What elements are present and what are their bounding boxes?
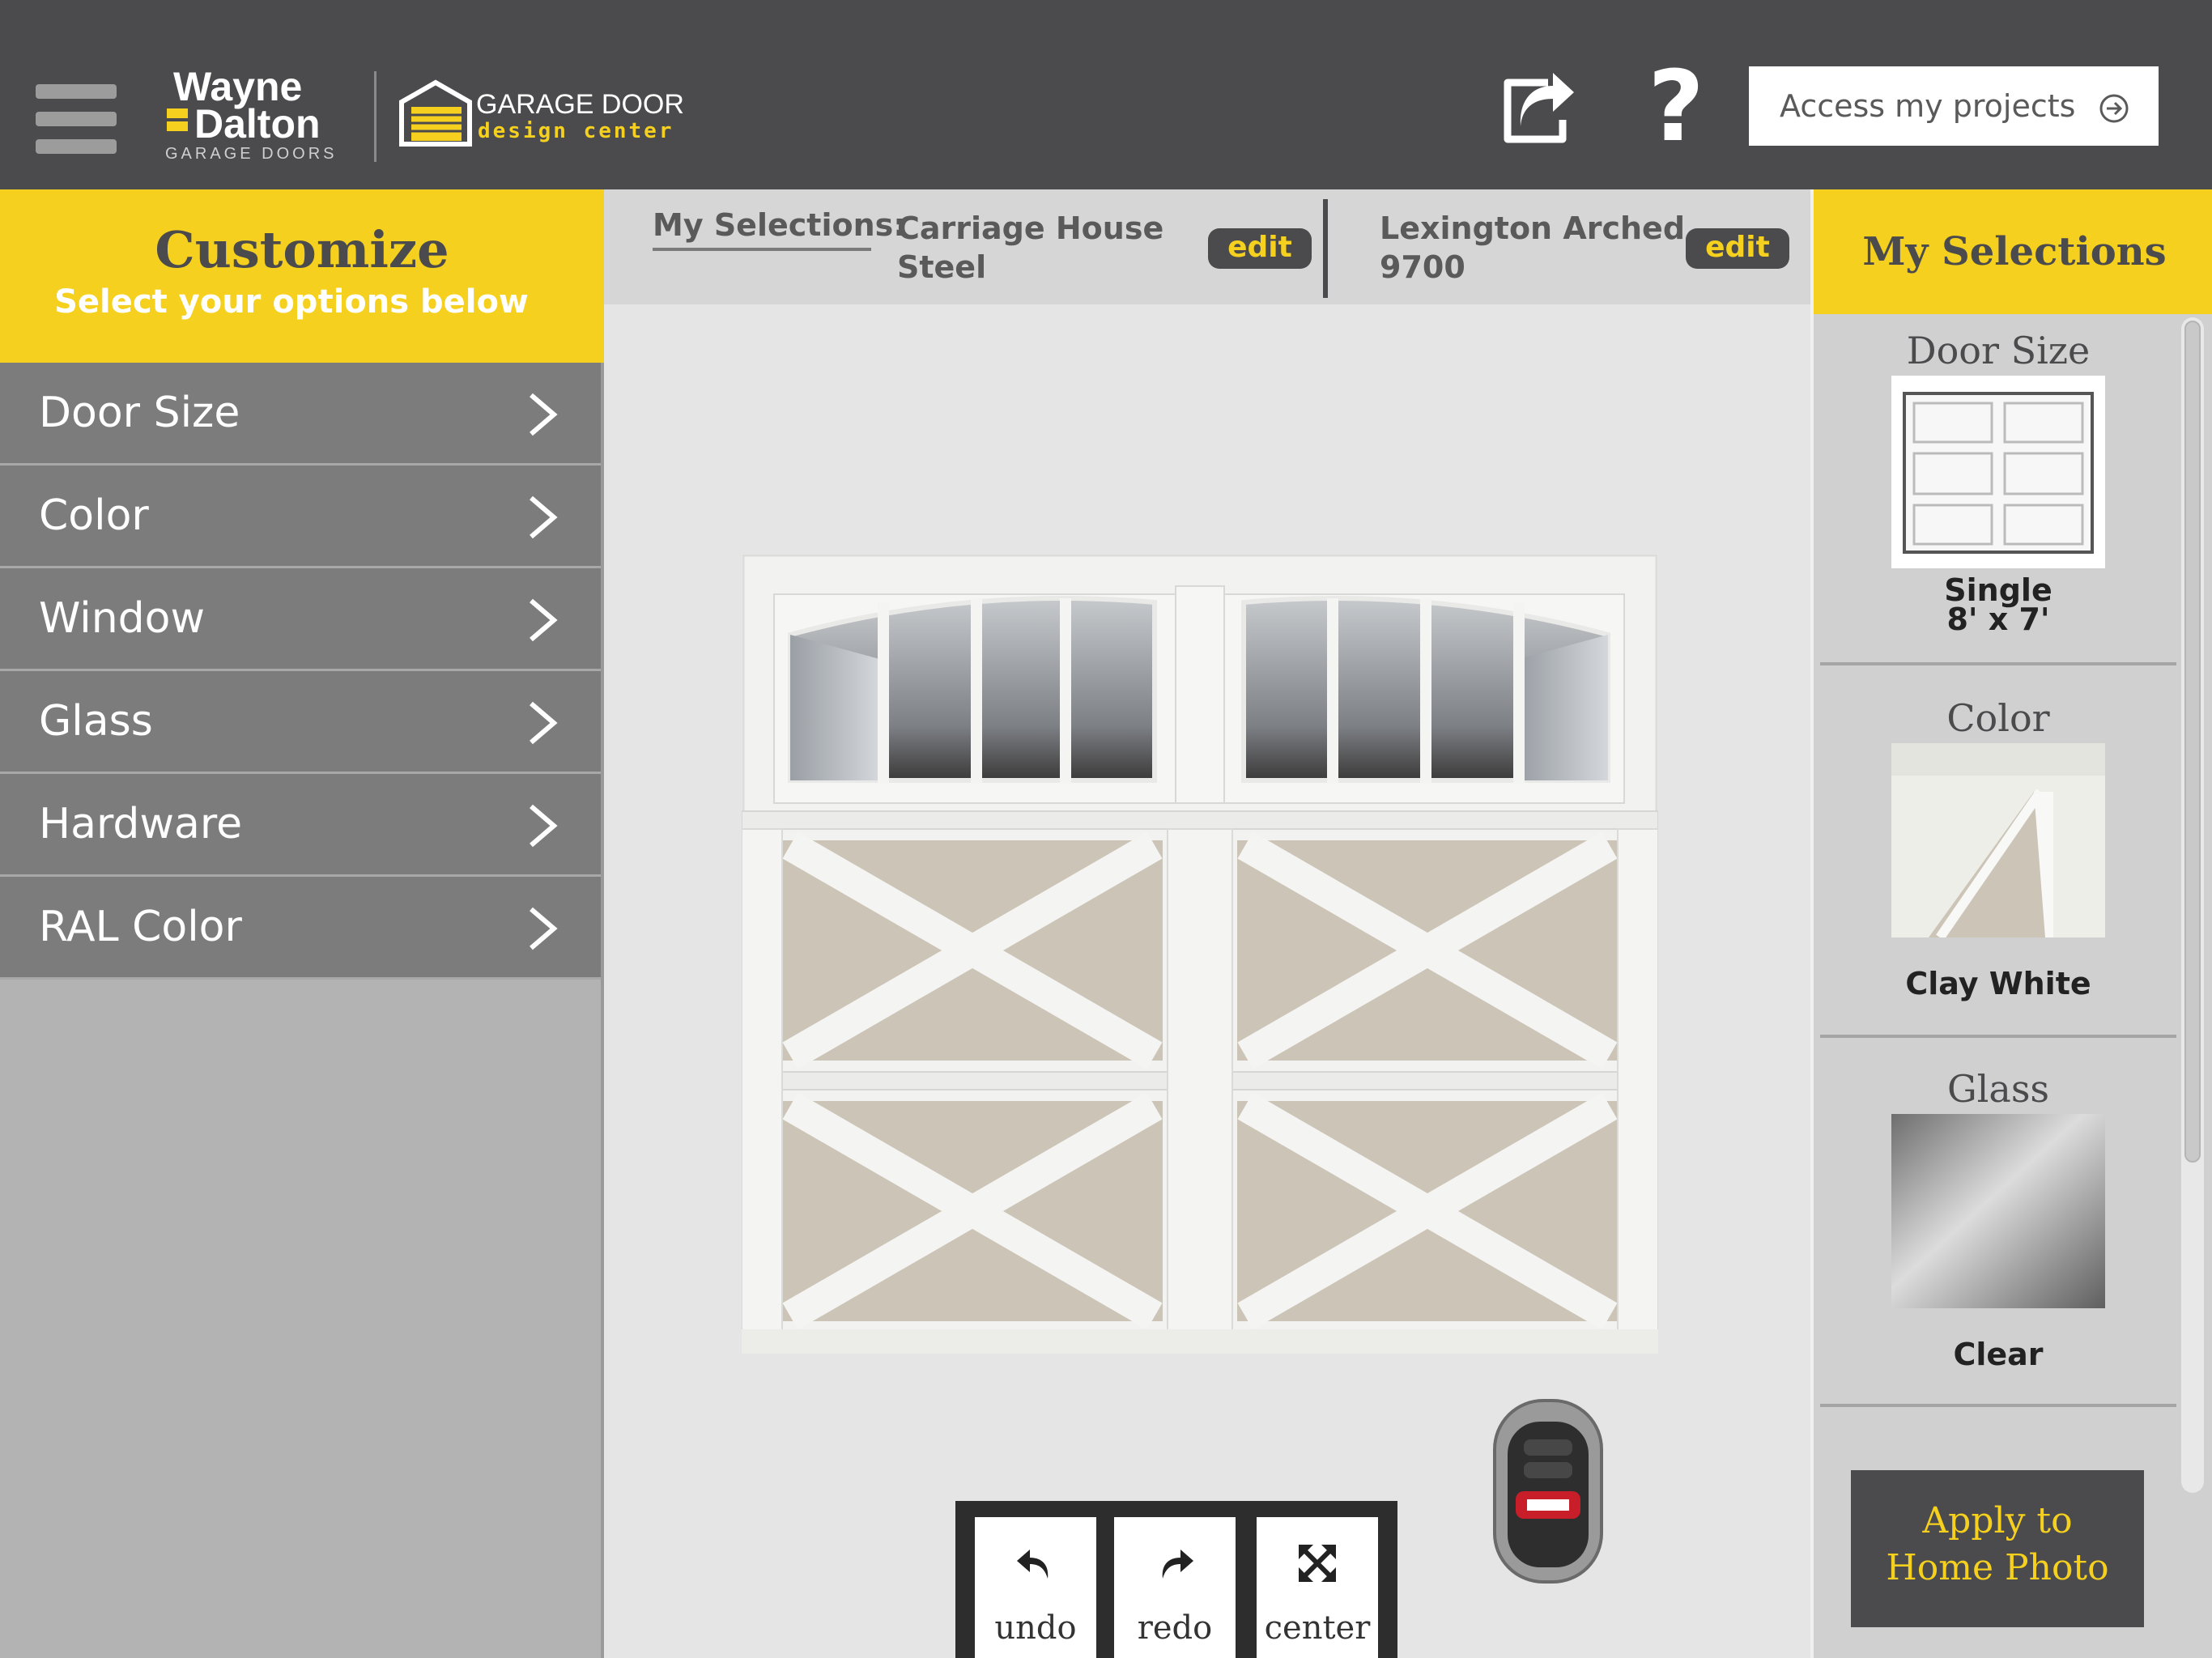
access-my-projects-button[interactable]: Access my projects: [1749, 66, 2159, 146]
selection-divider: [1323, 199, 1328, 298]
undo-icon: [1017, 1550, 1049, 1579]
door-size-value-line1: Single: [1944, 572, 2052, 608]
card-divider: [1820, 1404, 2176, 1407]
menu-item-label: Hardware: [39, 800, 243, 848]
redo-button[interactable]: redo: [1114, 1517, 1236, 1658]
menu-item-glass[interactable]: Glass: [0, 671, 601, 774]
card-divider: [1820, 662, 2176, 665]
card-title: Glass: [1946, 1067, 2050, 1111]
chevron-right-icon: [530, 598, 558, 642]
glass-value: Clear: [1953, 1337, 2044, 1372]
card-title: Door Size: [1906, 329, 2091, 372]
access-my-projects-label: Access my projects: [1780, 88, 2076, 124]
customize-header: Customize Select your options below: [0, 189, 604, 363]
my-selections-underline: [653, 248, 871, 251]
undo-label: undo: [994, 1609, 1077, 1647]
svg-text:GARAGE DOOR: GARAGE DOOR: [476, 89, 684, 120]
canvas-toolbar: undo redo center: [955, 1501, 1397, 1658]
door-size-value-line2: 8' x 7': [1946, 602, 2050, 637]
selection-collection: Carriage House Steel: [897, 209, 1163, 287]
center-label: center: [1264, 1609, 1371, 1647]
color-value: Clay White: [1905, 966, 2091, 1001]
chevron-right-icon: [530, 701, 558, 745]
svg-text:GARAGE DOORS: GARAGE DOORS: [165, 145, 337, 162]
edit-design-button[interactable]: edit: [1686, 228, 1789, 269]
center-button[interactable]: center: [1257, 1517, 1378, 1658]
menu-item-label: Color: [39, 491, 149, 540]
svg-text:Dalton: Dalton: [194, 101, 321, 147]
selection-design: Lexington Arched 9700: [1380, 209, 1685, 287]
selection-collection-line1: Carriage House: [897, 210, 1164, 246]
svg-text:design center: design center: [478, 119, 674, 143]
redo-icon: [1162, 1550, 1193, 1579]
card-divider: [1820, 1035, 2176, 1038]
share-icon[interactable]: [1499, 71, 1577, 146]
arrow-right-circle-icon: [2099, 94, 2129, 123]
chevron-right-icon: [530, 907, 558, 950]
selection-card-door-size[interactable]: Door Size Single 8' x 7': [1820, 329, 2176, 637]
chevron-right-icon: [530, 393, 558, 436]
selections-scrollbar-thumb[interactable]: [2184, 321, 2201, 1163]
selection-card-color[interactable]: Color Clay White: [1820, 696, 2176, 1001]
menu-item-color[interactable]: Color: [0, 466, 601, 568]
wayne-dalton-logo: Wayne Dalton GARAGE DOORS: [165, 65, 337, 162]
selection-design-line2: 9700: [1380, 249, 1465, 285]
apply-label-line1: Apply to: [1922, 1500, 2073, 1541]
customize-menu: Door Size Color Window Glass Hardware RA…: [0, 363, 601, 980]
garage-remote-icon: [1493, 1399, 1603, 1584]
garage-door-preview[interactable]: [742, 554, 1658, 1354]
menu-item-label: Window: [39, 594, 206, 643]
logo-divider: [374, 71, 376, 162]
menu-item-door-size[interactable]: Door Size: [0, 363, 601, 466]
menu-item-ral-color[interactable]: RAL Color: [0, 877, 601, 980]
customize-title: Customize: [155, 220, 449, 279]
glass-swatch: [1891, 1114, 2105, 1308]
card-title: Color: [1946, 696, 2050, 740]
chevron-right-icon: [530, 804, 558, 848]
customize-subtitle: Select your options below: [54, 283, 529, 321]
menu-item-window[interactable]: Window: [0, 568, 601, 671]
color-swatch: [1891, 743, 2105, 941]
apply-to-home-photo-button[interactable]: Apply to Home Photo: [1851, 1470, 2144, 1627]
apply-label-line2: Home Photo: [1886, 1547, 2109, 1588]
menu-item-label: Glass: [39, 697, 153, 746]
selection-design-line1: Lexington Arched: [1380, 210, 1686, 246]
garage-door-design-center-logo: GARAGE DOOR design center: [399, 79, 684, 147]
my-selections-title: My Selections: [1814, 189, 2212, 314]
top-header: Wayne Dalton GARAGE DOORS GARAGE DOOR de…: [0, 0, 2212, 189]
menu-item-label: RAL Color: [39, 903, 242, 951]
menu-item-label: Door Size: [39, 389, 240, 437]
redo-label: redo: [1137, 1609, 1213, 1647]
edit-collection-button[interactable]: edit: [1208, 228, 1312, 269]
customize-panel: Customize Select your options below Door…: [0, 189, 604, 1658]
menu-item-hardware[interactable]: Hardware: [0, 774, 601, 877]
help-icon[interactable]: ?: [1644, 59, 1708, 156]
expand-arrows-icon: [1299, 1545, 1336, 1582]
undo-button[interactable]: undo: [975, 1517, 1096, 1658]
chevron-right-icon: [530, 495, 558, 539]
selection-card-glass[interactable]: Glass Clear: [1820, 1067, 2176, 1372]
my-selections-label[interactable]: My Selections:: [653, 207, 905, 243]
my-selections-bar: My Selections: Carriage House Steel edit…: [604, 189, 1810, 304]
door-size-thumbnail: [1891, 376, 2105, 568]
hamburger-menu-icon[interactable]: [36, 84, 117, 155]
selection-collection-line2: Steel: [897, 249, 987, 285]
my-selections-panel: My Selections Door Size Single 8' x 7' C…: [1810, 189, 2212, 1658]
